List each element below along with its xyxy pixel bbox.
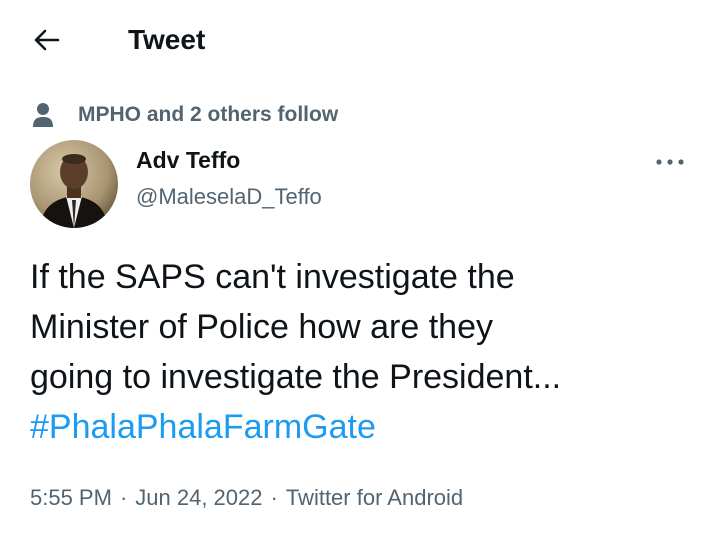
- hashtag-link[interactable]: #PhalaPhalaFarmGate: [30, 402, 700, 452]
- tweet-text-line: going to investigate the President...: [30, 358, 562, 396]
- avatar[interactable]: [30, 140, 118, 228]
- tweet-source[interactable]: Twitter for Android: [286, 485, 463, 510]
- arrow-left-icon: [34, 29, 60, 51]
- tweet-time[interactable]: 5:55 PM: [30, 485, 112, 510]
- author-name[interactable]: Adv Teffo: [136, 146, 240, 174]
- back-button[interactable]: [28, 22, 64, 58]
- person-icon: [33, 103, 53, 127]
- separator: ·: [119, 485, 128, 510]
- tweet-text-line: Minister of Police how are they: [30, 308, 493, 346]
- avatar-image: [30, 140, 118, 228]
- author-handle[interactable]: @MaleselaD_Teffo: [136, 183, 322, 211]
- top-bar: Tweet: [0, 0, 720, 80]
- more-options-icon: [656, 159, 684, 165]
- page-title: Tweet: [128, 24, 206, 55]
- tweet-text: If the SAPS can't investigate the Minist…: [30, 252, 700, 452]
- separator: ·: [270, 485, 278, 510]
- more-options-button[interactable]: [650, 148, 690, 176]
- social-context[interactable]: MPHO and 2 others follow: [32, 100, 338, 130]
- social-context-text: MPHO and 2 others follow: [78, 103, 339, 126]
- tweet-metadata: 5:55 PM · Jun 24, 2022 · Twitter for Android: [30, 484, 463, 512]
- tweet-date[interactable]: Jun 24, 2022: [135, 485, 262, 510]
- tweet-text-line: If the SAPS can't investigate the: [30, 258, 515, 296]
